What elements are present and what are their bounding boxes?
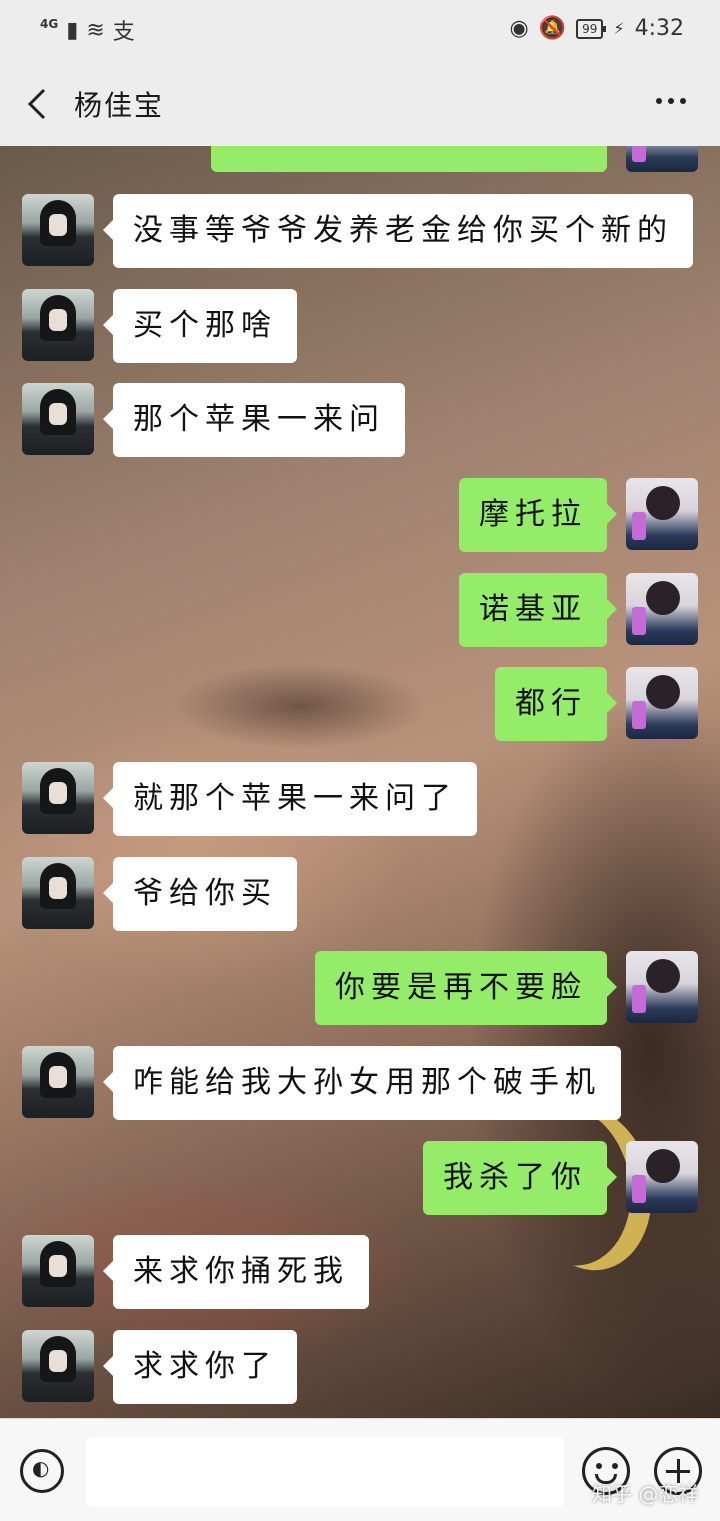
message-bubble[interactable]: 来求你捅死我 <box>103 1235 369 1309</box>
network-type: 4G <box>40 17 59 31</box>
avatar-contact[interactable] <box>22 194 94 266</box>
message-bubble[interactable]: 我杀了你 <box>423 1141 617 1215</box>
message-bubble[interactable]: 那个苹果一来问 <box>103 383 405 457</box>
status-right: ◉ 🔕 99 ⚡ 4:32 <box>509 16 684 41</box>
avatar-contact[interactable] <box>22 289 94 361</box>
avatar-self[interactable] <box>626 1141 698 1213</box>
message-input[interactable] <box>86 1437 564 1507</box>
message-bubble[interactable]: 买个那啥 <box>103 289 297 363</box>
status-time: 4:32 <box>634 16 684 41</box>
avatar-contact[interactable] <box>22 383 94 455</box>
avatar-contact[interactable] <box>22 1330 94 1402</box>
watermark: 知乎 @恋祥 <box>592 1482 699 1506</box>
message-bubble[interactable]: 你要是再不要脸 <box>315 951 617 1025</box>
bell-off-icon: 🔕 <box>538 16 567 41</box>
avatar-self[interactable] <box>626 951 698 1023</box>
alipay-icon: 支 <box>112 20 135 45</box>
message-bubble[interactable]: 就那个苹果一来问了 <box>103 762 477 836</box>
battery-indicator: 99 <box>576 18 607 39</box>
message-bubble[interactable]: 没事等爷爷发养老金给你买个新的 <box>103 194 693 268</box>
wifi-icon: ≋ <box>86 17 105 43</box>
avatar-self[interactable] <box>626 667 698 739</box>
avatar-contact[interactable] <box>22 1046 94 1118</box>
message-bubble[interactable]: 诺基亚 <box>459 573 617 647</box>
more-icon[interactable] <box>656 98 686 104</box>
status-left: 4G ▮ ≋ 支 <box>40 14 135 46</box>
status-bar: 4G ▮ ≋ 支 ◉ 🔕 99 ⚡ 4:32 <box>0 0 720 60</box>
avatar-self[interactable] <box>626 146 698 172</box>
avatar-contact[interactable] <box>22 857 94 929</box>
voice-icon[interactable] <box>20 1449 64 1493</box>
message-bubble[interactable]: 摩托拉 <box>459 478 617 552</box>
chat-area[interactable]: 没事等爷爷发养老金给你买个新的 买个那啥 那个苹果一来问 摩托拉 诺基亚 都行 … <box>0 146 720 1418</box>
avatar-contact[interactable] <box>22 762 94 834</box>
chat-title: 杨佳宝 <box>74 89 165 122</box>
avatar-contact[interactable] <box>22 1235 94 1307</box>
avatar-self[interactable] <box>626 478 698 550</box>
message-bubble-partial[interactable] <box>211 146 607 172</box>
eye-icon: ◉ <box>509 16 529 41</box>
charging-icon: ⚡ <box>613 19 625 38</box>
message-bubble[interactable]: 求求你了 <box>103 1330 297 1404</box>
chevron-left-icon[interactable] <box>22 84 58 124</box>
signal-bars-icon: ▮ <box>66 17 79 43</box>
message-bubble[interactable]: 咋能给我大孙女用那个破手机 <box>103 1046 621 1120</box>
message-bubble[interactable]: 都行 <box>495 667 617 741</box>
chat-header: 杨佳宝 <box>0 60 720 146</box>
message-bubble[interactable]: 爷给你买 <box>103 857 297 931</box>
avatar-self[interactable] <box>626 573 698 645</box>
